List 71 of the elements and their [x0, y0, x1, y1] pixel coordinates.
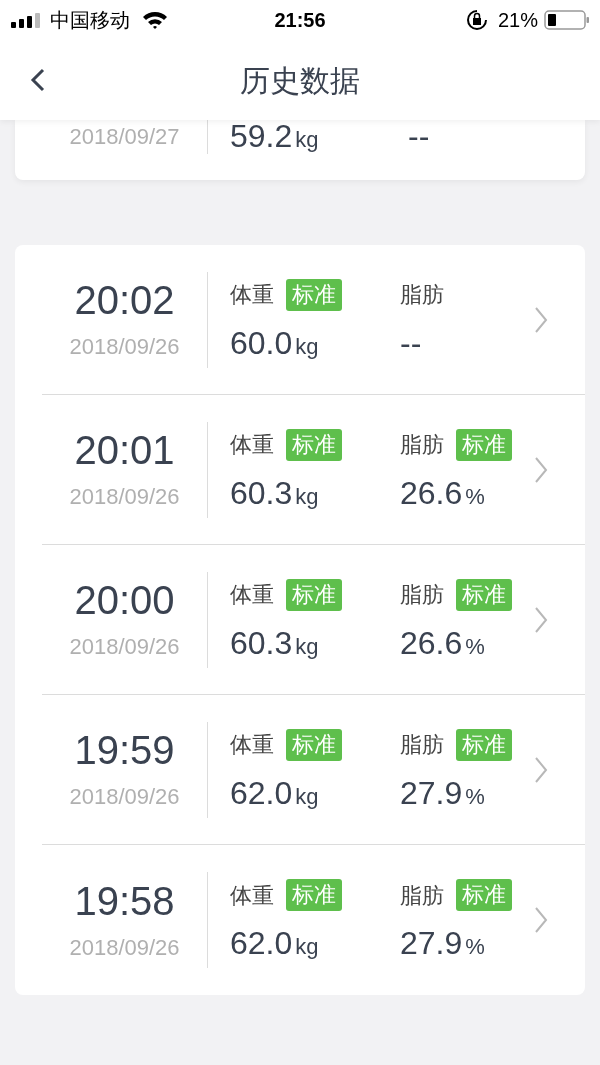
weight-label: 体重 — [230, 431, 274, 459]
value-text: 59.2 — [230, 117, 293, 156]
record-row[interactable]: 20:02 2018/09/26 体重 标准 60.0 kg 脂肪 -- — [42, 245, 585, 395]
value-text: 60.3 — [230, 623, 293, 663]
unit-text: % — [465, 482, 485, 511]
record-date: 2018/09/26 — [69, 783, 180, 811]
carrier-name: 中国移动 — [50, 8, 130, 33]
status-tag: 标准 — [286, 728, 342, 761]
status-tag: 标准 — [456, 728, 512, 761]
value-text: 60.0 — [230, 323, 293, 363]
record-row[interactable]: 19:59 2018/09/26 体重 标准 62.0 kg 脂肪 标准 27.9% — [42, 695, 585, 845]
value-text: 26.6 — [400, 473, 463, 513]
record-date: 2018/09/26 — [69, 933, 180, 962]
value-text: -- — [400, 323, 422, 363]
status-tag: 标准 — [456, 879, 512, 911]
rotation-lock-icon — [465, 9, 488, 31]
record-time: 20:02 — [74, 277, 175, 324]
value-text: 27.9 — [400, 773, 463, 813]
value-text: -- — [408, 117, 430, 156]
record-date: 2018/09/26 — [69, 483, 180, 511]
signal-icon — [10, 12, 42, 28]
record-date: 2018/09/26 — [69, 333, 180, 361]
fat-label: 脂肪 — [400, 731, 444, 759]
unit-text: % — [465, 782, 485, 811]
unit-text: kg — [295, 332, 319, 361]
chevron-right-icon — [534, 605, 548, 634]
battery-percent: 21% — [497, 8, 538, 33]
chevron-right-icon — [534, 455, 548, 484]
clock-time: 21:56 — [274, 8, 326, 33]
record-time: 20:00 — [74, 577, 175, 624]
value-text: 26.6 — [400, 623, 463, 663]
record-time: 20:01 — [74, 427, 175, 474]
chevron-right-icon — [534, 305, 548, 334]
unit-text: kg — [295, 782, 319, 811]
fat-label: 脂肪 — [400, 281, 444, 309]
back-icon — [30, 68, 46, 92]
record-date: 2018/09/26 — [69, 633, 180, 661]
value-text: 27.9 — [400, 924, 463, 963]
chevron-right-icon — [534, 906, 548, 934]
fat-label: 脂肪 — [400, 581, 444, 609]
status-tag: 标准 — [456, 578, 512, 611]
weight-label: 体重 — [230, 731, 274, 759]
value-text: 62.0 — [230, 924, 293, 963]
record-date: 2018/09/27 — [69, 123, 180, 151]
unit-text: kg — [295, 126, 319, 154]
record-row[interactable]: 20:01 2018/09/26 体重 标准 60.3 kg 脂肪 标准 26.6% — [42, 395, 585, 545]
status-tag: 标准 — [286, 578, 342, 611]
weight-label: 体重 — [230, 881, 274, 910]
status-tag: 标准 — [286, 879, 342, 911]
status-tag: 标准 — [456, 428, 512, 461]
weight-label: 体重 — [230, 281, 274, 309]
status-tag: 标准 — [286, 428, 342, 461]
chevron-right-icon — [534, 755, 548, 784]
wifi-icon — [142, 10, 168, 30]
unit-text: kg — [295, 933, 319, 961]
weight-label: 体重 — [230, 581, 274, 609]
record-row[interactable]: 19:58 2018/09/26 体重 标准 62.0 kg 脂肪 标准 27.9% — [42, 845, 585, 995]
unit-text: % — [465, 933, 485, 961]
fat-label: 脂肪 — [400, 431, 444, 459]
value-text: 60.3 — [230, 473, 293, 513]
unit-text: kg — [295, 482, 319, 511]
record-row[interactable]: 20:00 2018/09/26 体重 标准 60.3 kg 脂肪 标准 26.6% — [42, 545, 585, 695]
page-title: 历史数据 — [240, 62, 360, 99]
unit-text: kg — [295, 632, 319, 661]
fat-label: 脂肪 — [400, 881, 444, 910]
record-time: 19:59 — [74, 727, 175, 774]
status-tag: 标准 — [286, 278, 342, 311]
record-time: 19:58 — [74, 877, 175, 925]
unit-text: % — [465, 632, 485, 661]
value-text: 62.0 — [230, 773, 293, 813]
battery-icon — [544, 10, 590, 30]
